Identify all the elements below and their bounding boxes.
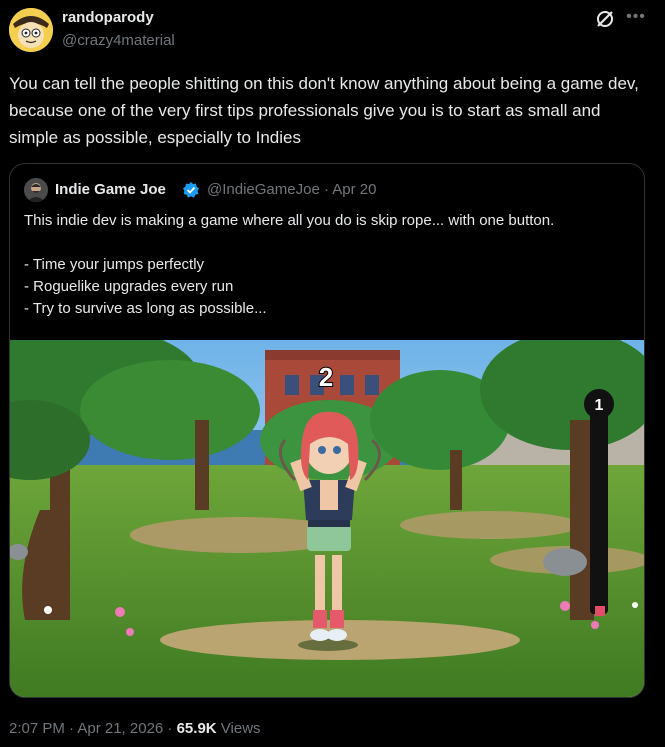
quoted-handle-date[interactable]: @IndieGameJoe · Apr 20 — [207, 181, 376, 198]
author-handle[interactable]: @crazy4material — [62, 32, 175, 49]
tweet-meta: 2:07 PM · Apr 21, 2026 · 65.9K Views — [9, 720, 261, 737]
author-display-name[interactable]: randoparody — [62, 9, 154, 26]
quoted-display-name[interactable]: Indie Game Joe — [55, 181, 166, 198]
quoted-tweet[interactable]: Indie Game Joe @IndieGameJoe · Apr 20 Th… — [9, 163, 645, 698]
avatar-cartoon-icon — [9, 8, 53, 52]
meter-label: 1 — [595, 397, 604, 414]
quoted-line: - Roguelike upgrades every run — [24, 278, 234, 295]
tweet-text: You can tell the people shitting on this… — [9, 74, 639, 147]
verified-badge-icon — [182, 181, 200, 199]
author-avatar[interactable] — [9, 8, 53, 52]
quoted-line: This indie dev is making a game where al… — [24, 212, 555, 229]
game-hud: 2 1 — [318, 361, 614, 419]
quoted-text: This indie dev is making a game where al… — [24, 210, 634, 320]
more-options-icon[interactable]: ••• — [624, 6, 648, 28]
views-label: Views — [216, 720, 261, 737]
jump-counter: 2 — [319, 362, 333, 392]
quoted-line: - Try to survive as long as possible... — [24, 300, 267, 317]
grok-icon[interactable] — [594, 8, 616, 30]
quoted-line: - Time your jumps perfectly — [24, 256, 205, 273]
timestamp[interactable]: 2:07 PM · Apr 21, 2026 · — [9, 720, 177, 737]
quoted-media-image[interactable]: 2 1 — [10, 340, 644, 697]
quoted-line — [24, 232, 634, 254]
views-count: 65.9K — [176, 720, 217, 737]
avatar-person-icon — [24, 178, 48, 202]
quoted-author-avatar[interactable] — [24, 178, 48, 202]
